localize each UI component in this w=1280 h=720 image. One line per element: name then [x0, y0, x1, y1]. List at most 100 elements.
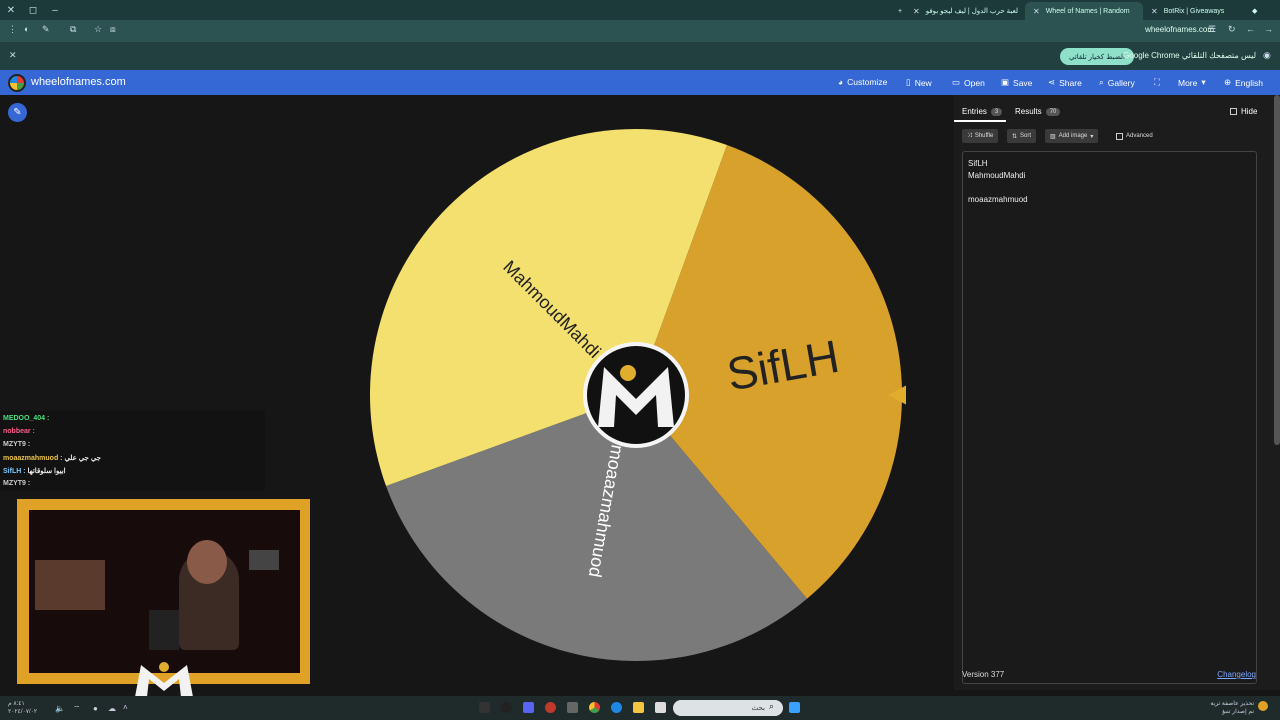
scrollbar[interactable] — [1274, 95, 1280, 445]
entry-line: MahmoudMahdi — [968, 171, 1026, 180]
weather-alert-icon[interactable] — [1258, 701, 1268, 711]
edge-icon[interactable] — [611, 702, 622, 713]
open-button[interactable]: ▭ Open — [952, 77, 985, 88]
streamer-logo-icon — [129, 659, 199, 699]
reload-icon[interactable]: ↻ — [1228, 24, 1236, 35]
search-icon: ⌕ — [1099, 77, 1104, 87]
close-window-icon[interactable]: ✕ — [0, 0, 22, 20]
chat-username: MEDOO_404 : — [3, 415, 50, 422]
start-windows-icon[interactable] — [789, 702, 800, 713]
checkbox-icon[interactable] — [1230, 108, 1237, 115]
shuffle-button[interactable]: ⤨ Shuffle — [962, 129, 999, 143]
chrome-icon[interactable] — [589, 702, 600, 713]
wheel-center-logo[interactable] — [583, 342, 689, 448]
site-header: wheelofnames.com ◕ Customize ▯ New ▭ Open ▣… — [0, 70, 1280, 95]
default-browser-infobar: ✕ الضبط كخيار تلقائي Google Chrome ليس م… — [0, 42, 1280, 70]
tab-title: Wheel of Names | Random — [1045, 7, 1130, 15]
tab-search-icon[interactable]: ◆ — [1244, 2, 1265, 20]
fullscreen-button[interactable]: ⛶ — [1154, 77, 1160, 88]
save-button[interactable]: ▣ Save — [1001, 77, 1032, 88]
webcam-feed — [29, 510, 300, 673]
chat-message: MEDOO_404 : — [3, 415, 49, 422]
extension-icon[interactable]: ◐ — [24, 24, 29, 34]
tab-results[interactable]: Results 70 — [1015, 107, 1061, 116]
wifi-icon[interactable]: ⌔ — [73, 704, 81, 714]
file-explorer-icon[interactable] — [633, 702, 644, 713]
entries-count-badge: 3 — [990, 107, 1003, 116]
close-icon[interactable]: ✕ — [9, 50, 17, 61]
bookmark-star-icon[interactable]: ☆ — [94, 24, 102, 35]
browser-tab-3[interactable]: ✕ BotRix | Giveaways — [1143, 2, 1232, 20]
cloud-icon[interactable]: ☁ — [108, 704, 116, 713]
gallery-button[interactable]: ⌕ Gallery — [1099, 77, 1135, 88]
install-icon[interactable]: ⧈ — [110, 24, 116, 35]
search-icon: ⌕ — [769, 701, 775, 711]
minimize-window-icon[interactable]: – — [44, 0, 66, 20]
results-count-badge: 70 — [1045, 107, 1061, 116]
browser-tab-strip: ✕ ◻ – + ✕ لعبة حرب الدول | ليف ليجو بوفو… — [0, 0, 1280, 20]
crown-icon — [620, 365, 636, 381]
changelog-link[interactable]: Changelog — [1217, 670, 1256, 679]
wheel-logo-icon[interactable] — [8, 74, 26, 92]
chevron-down-icon: ▾ — [1090, 133, 1094, 140]
chat-username: moaazmahmuod : — [3, 455, 65, 462]
customize-button[interactable]: ◕ Customize — [838, 77, 887, 87]
close-tab-icon[interactable]: ✕ — [1151, 7, 1158, 16]
tab-entries[interactable]: Entries 3 — [962, 107, 1003, 116]
discord-icon[interactable] — [523, 702, 534, 713]
stream-chat-overlay: MEDOO_404 : nobbear : MZYT9 : moaazmahmu… — [0, 411, 265, 491]
shuffle-icon: ⤨ — [967, 132, 972, 139]
site-name[interactable]: wheelofnames.com — [31, 76, 126, 88]
hide-toggle[interactable]: Hide — [1230, 107, 1257, 116]
add-image-button[interactable]: ▨ Add image ▾ — [1045, 129, 1099, 143]
entries-textarea[interactable]: SifLH MahmoudMahdi moaazmahmuod — [962, 151, 1257, 684]
tab-title: لعبة حرب الدول | ليف ليجو بوفو — [925, 8, 1018, 15]
chat-username: MZYT9 : — [3, 441, 31, 448]
entry-line: moaazmahmuod — [968, 195, 1028, 204]
language-button[interactable]: ⊕ English — [1224, 77, 1263, 88]
site-settings-icon[interactable]: ☰ — [1208, 24, 1216, 35]
chat-message: SifLH : ابيوا سلوقاتها — [3, 467, 66, 475]
weather-widget[interactable]: تحذير عاصفة ثرية تم إصدار تنبؤ — [1196, 700, 1254, 716]
speaker-icon[interactable]: 🔈 — [55, 704, 65, 713]
chat-username: MZYT9 : — [3, 480, 31, 487]
spinning-wheel[interactable]: SifLHmoaazmahmuodMahmoudMahdi — [366, 127, 906, 667]
checkbox-icon[interactable] — [1116, 132, 1123, 140]
edit-pencil-icon[interactable]: ✎ — [8, 103, 27, 122]
menu-icon[interactable]: ⋮ — [8, 24, 17, 35]
browser-tab-1[interactable]: ✕ لعبة حرب الدول | ليف ليجو بوفو — [905, 2, 1026, 20]
chat-message: nobbear : — [3, 428, 35, 435]
chat-username: SifLH : — [3, 468, 28, 475]
sort-icon: ⇅ — [1012, 133, 1018, 140]
chat-message: MZYT9 : — [3, 480, 30, 487]
app-icon[interactable] — [545, 702, 556, 713]
close-tab-icon[interactable]: ✕ — [1033, 7, 1040, 16]
extension-icon[interactable]: ✎ — [42, 24, 50, 35]
sort-button[interactable]: ⇅ Sort — [1007, 129, 1037, 143]
extensions-puzzle-icon[interactable]: ⧉ — [70, 24, 76, 35]
entry-line: SifLH — [968, 159, 988, 168]
mic-icon[interactable]: ● — [93, 704, 98, 713]
new-button[interactable]: ▯ New — [906, 77, 932, 88]
more-button[interactable]: More ▾ — [1178, 77, 1206, 88]
advanced-toggle[interactable]: Advanced — [1111, 129, 1158, 143]
chevron-up-icon[interactable]: ˄ — [123, 703, 128, 712]
back-icon[interactable]: → — [1264, 24, 1273, 34]
address-bar: ⋮ ◐ ✎ ⧉ ☆ ⧈ wheelofnames.com ☰ ↻ ← → — [0, 20, 1280, 42]
browser-tab-2[interactable]: ✕ Wheel of Names | Random — [1025, 2, 1143, 20]
image-icon: ▨ — [1050, 133, 1056, 140]
share-button[interactable]: ⋖ Share — [1048, 77, 1082, 88]
app-icon[interactable] — [655, 702, 666, 713]
app-icon[interactable] — [567, 702, 578, 713]
close-tab-icon[interactable]: ✕ — [913, 7, 920, 16]
url-field[interactable]: wheelofnames.com — [1145, 25, 1214, 34]
chat-text: جي جي علي — [64, 455, 101, 462]
forward-icon[interactable]: ← — [1246, 24, 1255, 34]
tab-title: BotRix | Giveaways — [1163, 7, 1225, 15]
app-icon[interactable] — [479, 702, 490, 713]
restore-window-icon[interactable]: ◻ — [22, 0, 44, 20]
globe-icon: ⊕ — [1224, 77, 1232, 87]
app-icon[interactable] — [501, 702, 512, 713]
taskbar-clock[interactable]: ٨:٤١ م ٢٠٢٤/٠٧/٠٢ — [8, 700, 37, 716]
taskbar-search[interactable]: بحث — [673, 700, 783, 716]
